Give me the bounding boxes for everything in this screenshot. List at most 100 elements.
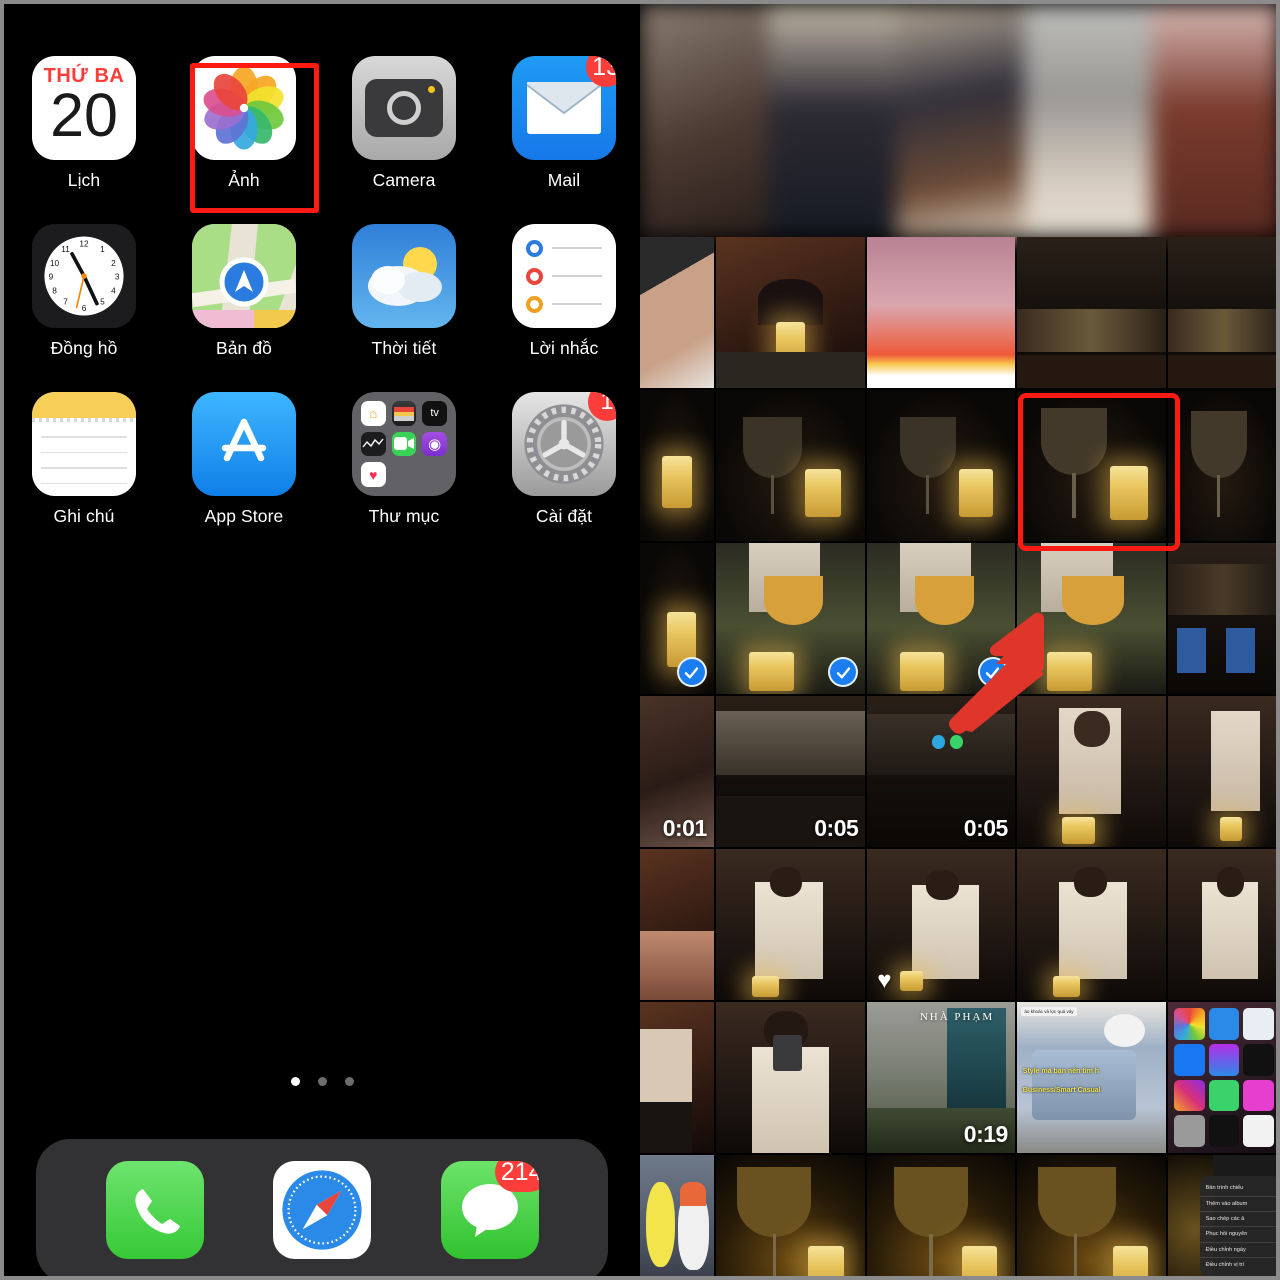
selection-checkmark[interactable] xyxy=(676,657,707,687)
app-label-notes: Ghi chú xyxy=(53,506,115,526)
page-dot-1[interactable] xyxy=(290,1077,300,1086)
video-duration-label: 0:05 xyxy=(963,815,1009,841)
video-thumbnail[interactable]: NHÀ PHẠM 0:19 xyxy=(867,1002,1015,1153)
photo-thumbnail[interactable] xyxy=(1168,1002,1276,1153)
page-dot-2[interactable] xyxy=(317,1077,327,1086)
video-player-icon-mini xyxy=(1208,1115,1240,1147)
selection-checkmark[interactable] xyxy=(828,657,859,687)
menu-item: Sao chép các ả xyxy=(1199,1212,1276,1228)
video-thumbnail[interactable]: 0:05 xyxy=(715,696,866,847)
phone-icon[interactable] xyxy=(105,1161,204,1259)
app-label-maps: Bản đồ xyxy=(215,338,273,358)
camera-icon[interactable] xyxy=(352,56,456,160)
app-photos[interactable]: Ảnh xyxy=(164,56,324,191)
photo-thumbnail[interactable] xyxy=(1168,849,1276,1000)
photo-thumbnail[interactable] xyxy=(1016,1155,1167,1276)
safari-icon[interactable] xyxy=(273,1161,371,1259)
app-label-clock: Đồng hồ xyxy=(50,338,118,358)
video-thumbnail[interactable]: 0:01 xyxy=(640,696,714,847)
app-camera[interactable]: Camera xyxy=(324,56,484,191)
photo-thumbnail[interactable] xyxy=(715,849,866,1000)
photo-thumbnail[interactable] xyxy=(640,1002,714,1153)
app-weather[interactable]: Thời tiết xyxy=(324,224,484,359)
video-duration-label: 0:19 xyxy=(963,1121,1009,1147)
calendar-icon[interactable]: THỨ BA 20 xyxy=(32,56,136,160)
weather-icon[interactable] xyxy=(352,224,456,328)
messages-icon[interactable]: 214 xyxy=(440,1161,539,1259)
photo-thumbnail[interactable]: Bản trình chiếu Thêm vào album Sao chép … xyxy=(1168,1155,1276,1276)
app-reminders[interactable]: Lời nhắc xyxy=(484,224,640,359)
maps-icon[interactable] xyxy=(192,224,296,328)
photo-thumbnail[interactable] xyxy=(867,237,1015,388)
photo-thumbnail[interactable]: áo khoác và lọc quá váy Style mà bạn nên… xyxy=(1016,1002,1167,1153)
video-duration-label: 0:05 xyxy=(814,815,859,841)
app-folder[interactable]: ⌂ tv ◉ ♥ Thư mục xyxy=(324,392,484,527)
photo-thumbnail[interactable]: NHẬN xyxy=(640,1155,714,1276)
photo-thumbnail[interactable] xyxy=(715,390,866,541)
dock-app-messages[interactable]: 214 xyxy=(440,1161,539,1259)
photo-thumbnail[interactable] xyxy=(1016,849,1167,1000)
app-label-mail: Mail xyxy=(547,170,581,190)
photo-thumbnail[interactable] xyxy=(640,390,714,541)
photo-thumbnail[interactable] xyxy=(1168,237,1276,388)
home-dock: 214 xyxy=(36,1139,608,1276)
app-settings[interactable]: 1 Cài đặt xyxy=(484,392,640,527)
messenger-kids-icon-mini xyxy=(1243,1008,1274,1040)
photo-thumbnail[interactable] xyxy=(640,849,714,1000)
app-appstore[interactable]: App Store xyxy=(164,392,324,527)
photo-thumbnail[interactable] xyxy=(1016,543,1167,694)
svg-text:11: 11 xyxy=(61,245,70,254)
photo-thumbnail[interactable] xyxy=(715,1155,866,1276)
photo-thumbnail[interactable] xyxy=(1016,237,1167,388)
svg-text:1: 1 xyxy=(100,245,105,254)
photo-thumbnail[interactable] xyxy=(715,543,866,694)
photo-thumbnail[interactable]: 0 xyxy=(1168,543,1276,694)
photo-grid-row: NHẬN xyxy=(640,1155,1276,1276)
photo-thumbnail[interactable] xyxy=(1016,390,1167,541)
selection-checkmark[interactable] xyxy=(977,657,1008,687)
video-thumbnail[interactable]: 0:05 xyxy=(867,696,1015,847)
appstore-icon[interactable] xyxy=(192,392,296,496)
photo-thumbnail[interactable] xyxy=(1016,696,1167,847)
app-clock[interactable]: 12 1 2 3 45 6 78 9 10 11 Đồng hồ xyxy=(4,224,164,359)
app-notes[interactable]: Ghi chú xyxy=(4,392,164,527)
appstore-icon-mini xyxy=(1208,1008,1240,1040)
app-label-camera: Camera xyxy=(372,170,436,190)
dock-app-phone[interactable] xyxy=(105,1161,204,1259)
photo-thumbnail[interactable] xyxy=(715,1002,866,1153)
photo-thumbnail[interactable] xyxy=(1168,696,1276,847)
photos-icon[interactable] xyxy=(192,56,296,160)
notes-icon[interactable] xyxy=(32,392,136,496)
photo-thumbnail[interactable] xyxy=(867,390,1015,541)
photo-thumbnail[interactable] xyxy=(640,237,714,388)
screenshot-root: THỨ BA 20 Lịch Ảnh Camera 1 Mail 12 1 2 … xyxy=(0,0,1280,1280)
app-label-weather: Thời tiết xyxy=(371,338,437,358)
clock-icon[interactable]: 12 1 2 3 45 6 78 9 10 11 xyxy=(32,224,136,328)
folder-icon[interactable]: ⌂ tv ◉ ♥ xyxy=(352,392,456,496)
svg-text:10: 10 xyxy=(50,259,60,268)
photo-grid-row: ♥ xyxy=(640,849,1276,1000)
svg-text:12: 12 xyxy=(79,240,89,249)
photo-thumbnail[interactable]: ♥ xyxy=(867,849,1015,1000)
reminders-icon[interactable] xyxy=(512,224,616,328)
app-maps[interactable]: Bản đồ xyxy=(164,224,324,359)
photo-thumbnail[interactable] xyxy=(867,543,1015,694)
settings-icon[interactable]: 1 xyxy=(512,392,616,496)
mail-icon[interactable]: 13 xyxy=(512,56,616,160)
photo-grid[interactable]: 0 0:01 0:05 0:05 xyxy=(640,237,1276,1276)
photo-grid-row: 0 xyxy=(640,543,1276,694)
app-mail[interactable]: 13 Mail xyxy=(484,56,640,191)
photo-thumbnail[interactable] xyxy=(867,1155,1015,1276)
photo-thumbnail[interactable] xyxy=(640,543,714,694)
photo-thumbnail[interactable] xyxy=(715,237,866,388)
messages-badge: 214 xyxy=(494,1161,539,1192)
photos-icon-mini xyxy=(1174,1008,1205,1040)
photo-thumbnail[interactable] xyxy=(1168,390,1276,541)
context-menu-screenshot: Bản trình chiếu Thêm vào album Sao chép … xyxy=(1199,1176,1276,1276)
page-indicator-dots[interactable] xyxy=(4,1077,640,1086)
stocks-icon-mini xyxy=(361,431,386,457)
page-dot-3[interactable] xyxy=(344,1077,354,1086)
app-calendar[interactable]: THỨ BA 20 Lịch xyxy=(4,56,164,191)
dock-app-safari[interactable] xyxy=(273,1161,371,1259)
svg-text:2: 2 xyxy=(111,259,116,268)
